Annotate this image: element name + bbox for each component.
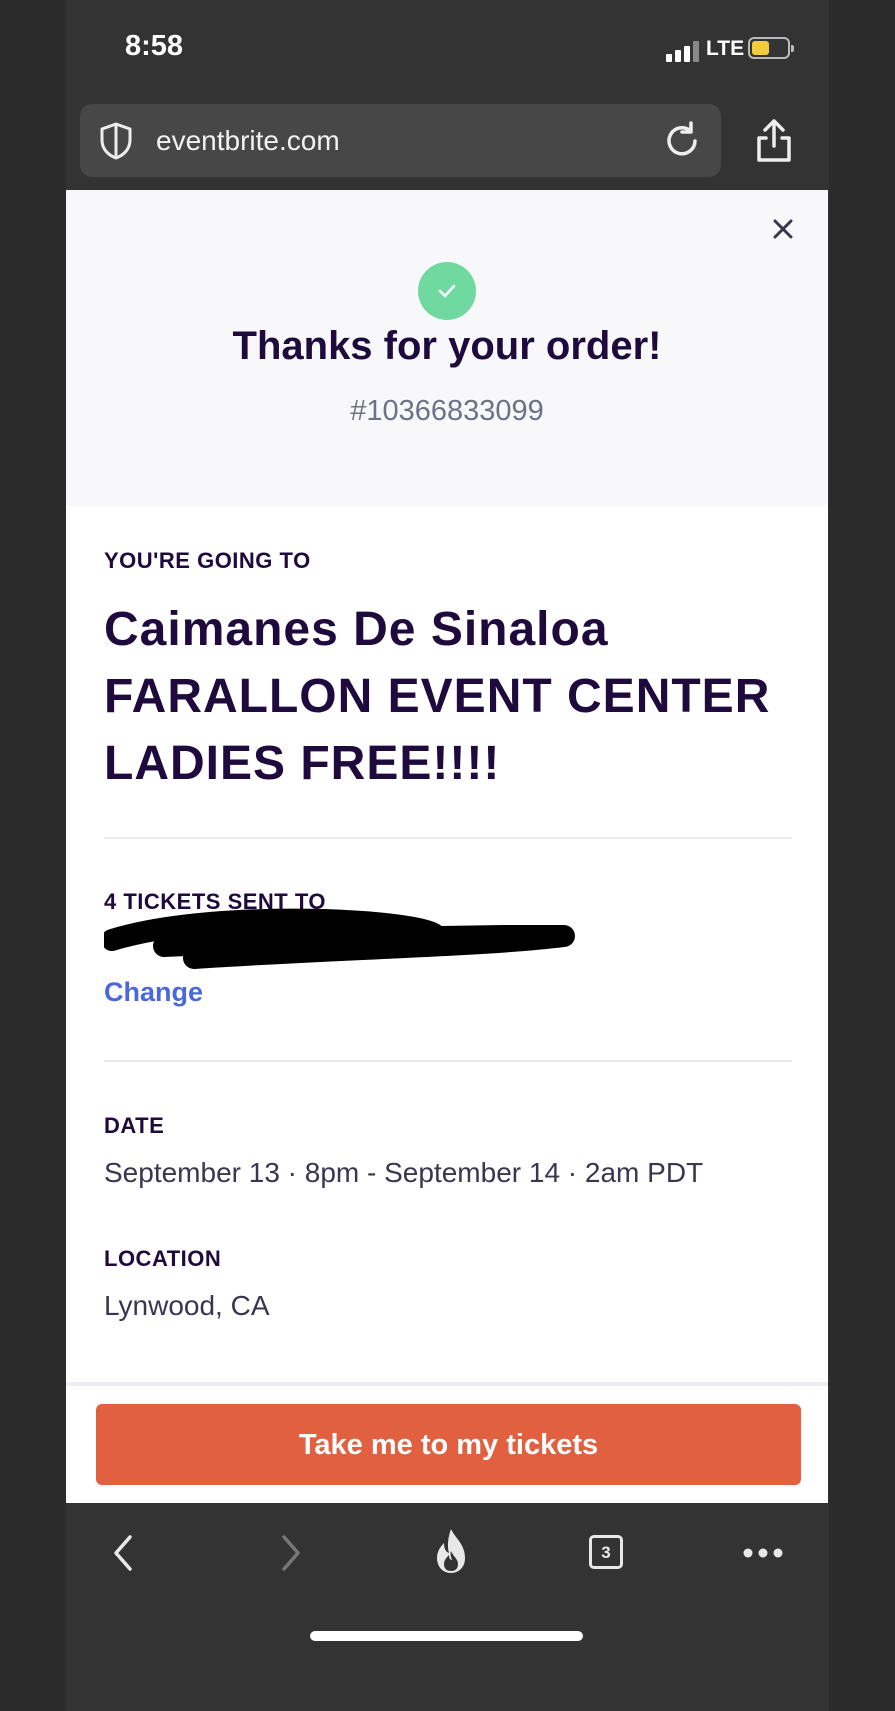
going-to-label: YOU'RE GOING TO: [104, 548, 311, 573]
network-type: LTE: [706, 37, 745, 60]
location-label: LOCATION: [104, 1246, 222, 1271]
event-location: Lynwood, CA: [104, 1290, 270, 1321]
event-date: September 13 · 8pm - September 14 · 2am …: [104, 1157, 704, 1188]
url-text[interactable]: eventbrite.com: [156, 125, 340, 157]
status-time: 8:58: [125, 30, 184, 62]
modal-header: Thanks for your order! #10366833099: [66, 190, 828, 506]
right-edge: [829, 0, 895, 1711]
redacted-email-scribble: [104, 908, 575, 969]
forward-arrow-icon[interactable]: [278, 1533, 304, 1573]
battery-icon: [748, 37, 794, 59]
view-tickets-button[interactable]: Take me to my tickets: [96, 1404, 801, 1485]
footer-divider: [66, 1382, 828, 1386]
flame-icon[interactable]: [431, 1526, 471, 1576]
divider: [104, 1060, 792, 1062]
share-icon[interactable]: [753, 118, 795, 164]
date-label: DATE: [104, 1113, 165, 1138]
more-options-icon[interactable]: [742, 1544, 784, 1562]
event-title: Caimanes De Sinaloa FARALLON EVENT CENTE…: [104, 603, 771, 790]
address-bar[interactable]: eventbrite.com: [80, 104, 721, 177]
confirmation-heading: Thanks for your order!: [232, 324, 662, 368]
success-check-icon: [418, 262, 476, 320]
reload-icon[interactable]: [661, 120, 703, 162]
divider: [104, 837, 792, 839]
shield-icon[interactable]: [96, 121, 136, 161]
order-confirmation-modal: Thanks for your order! #10366833099 YOU'…: [66, 190, 828, 1503]
back-arrow-icon[interactable]: [110, 1533, 136, 1573]
close-icon[interactable]: [772, 218, 794, 240]
phone-screen: 8:58 LTE eventbrite.com Thanks for your …: [0, 0, 895, 1711]
order-number: #10366833099: [350, 395, 544, 427]
signal-strength-icon: [666, 40, 702, 62]
tabs-count-icon[interactable]: 3: [589, 1535, 623, 1569]
change-email-link[interactable]: Change: [104, 977, 203, 1008]
home-indicator[interactable]: [310, 1631, 583, 1641]
left-edge: [0, 0, 66, 1711]
